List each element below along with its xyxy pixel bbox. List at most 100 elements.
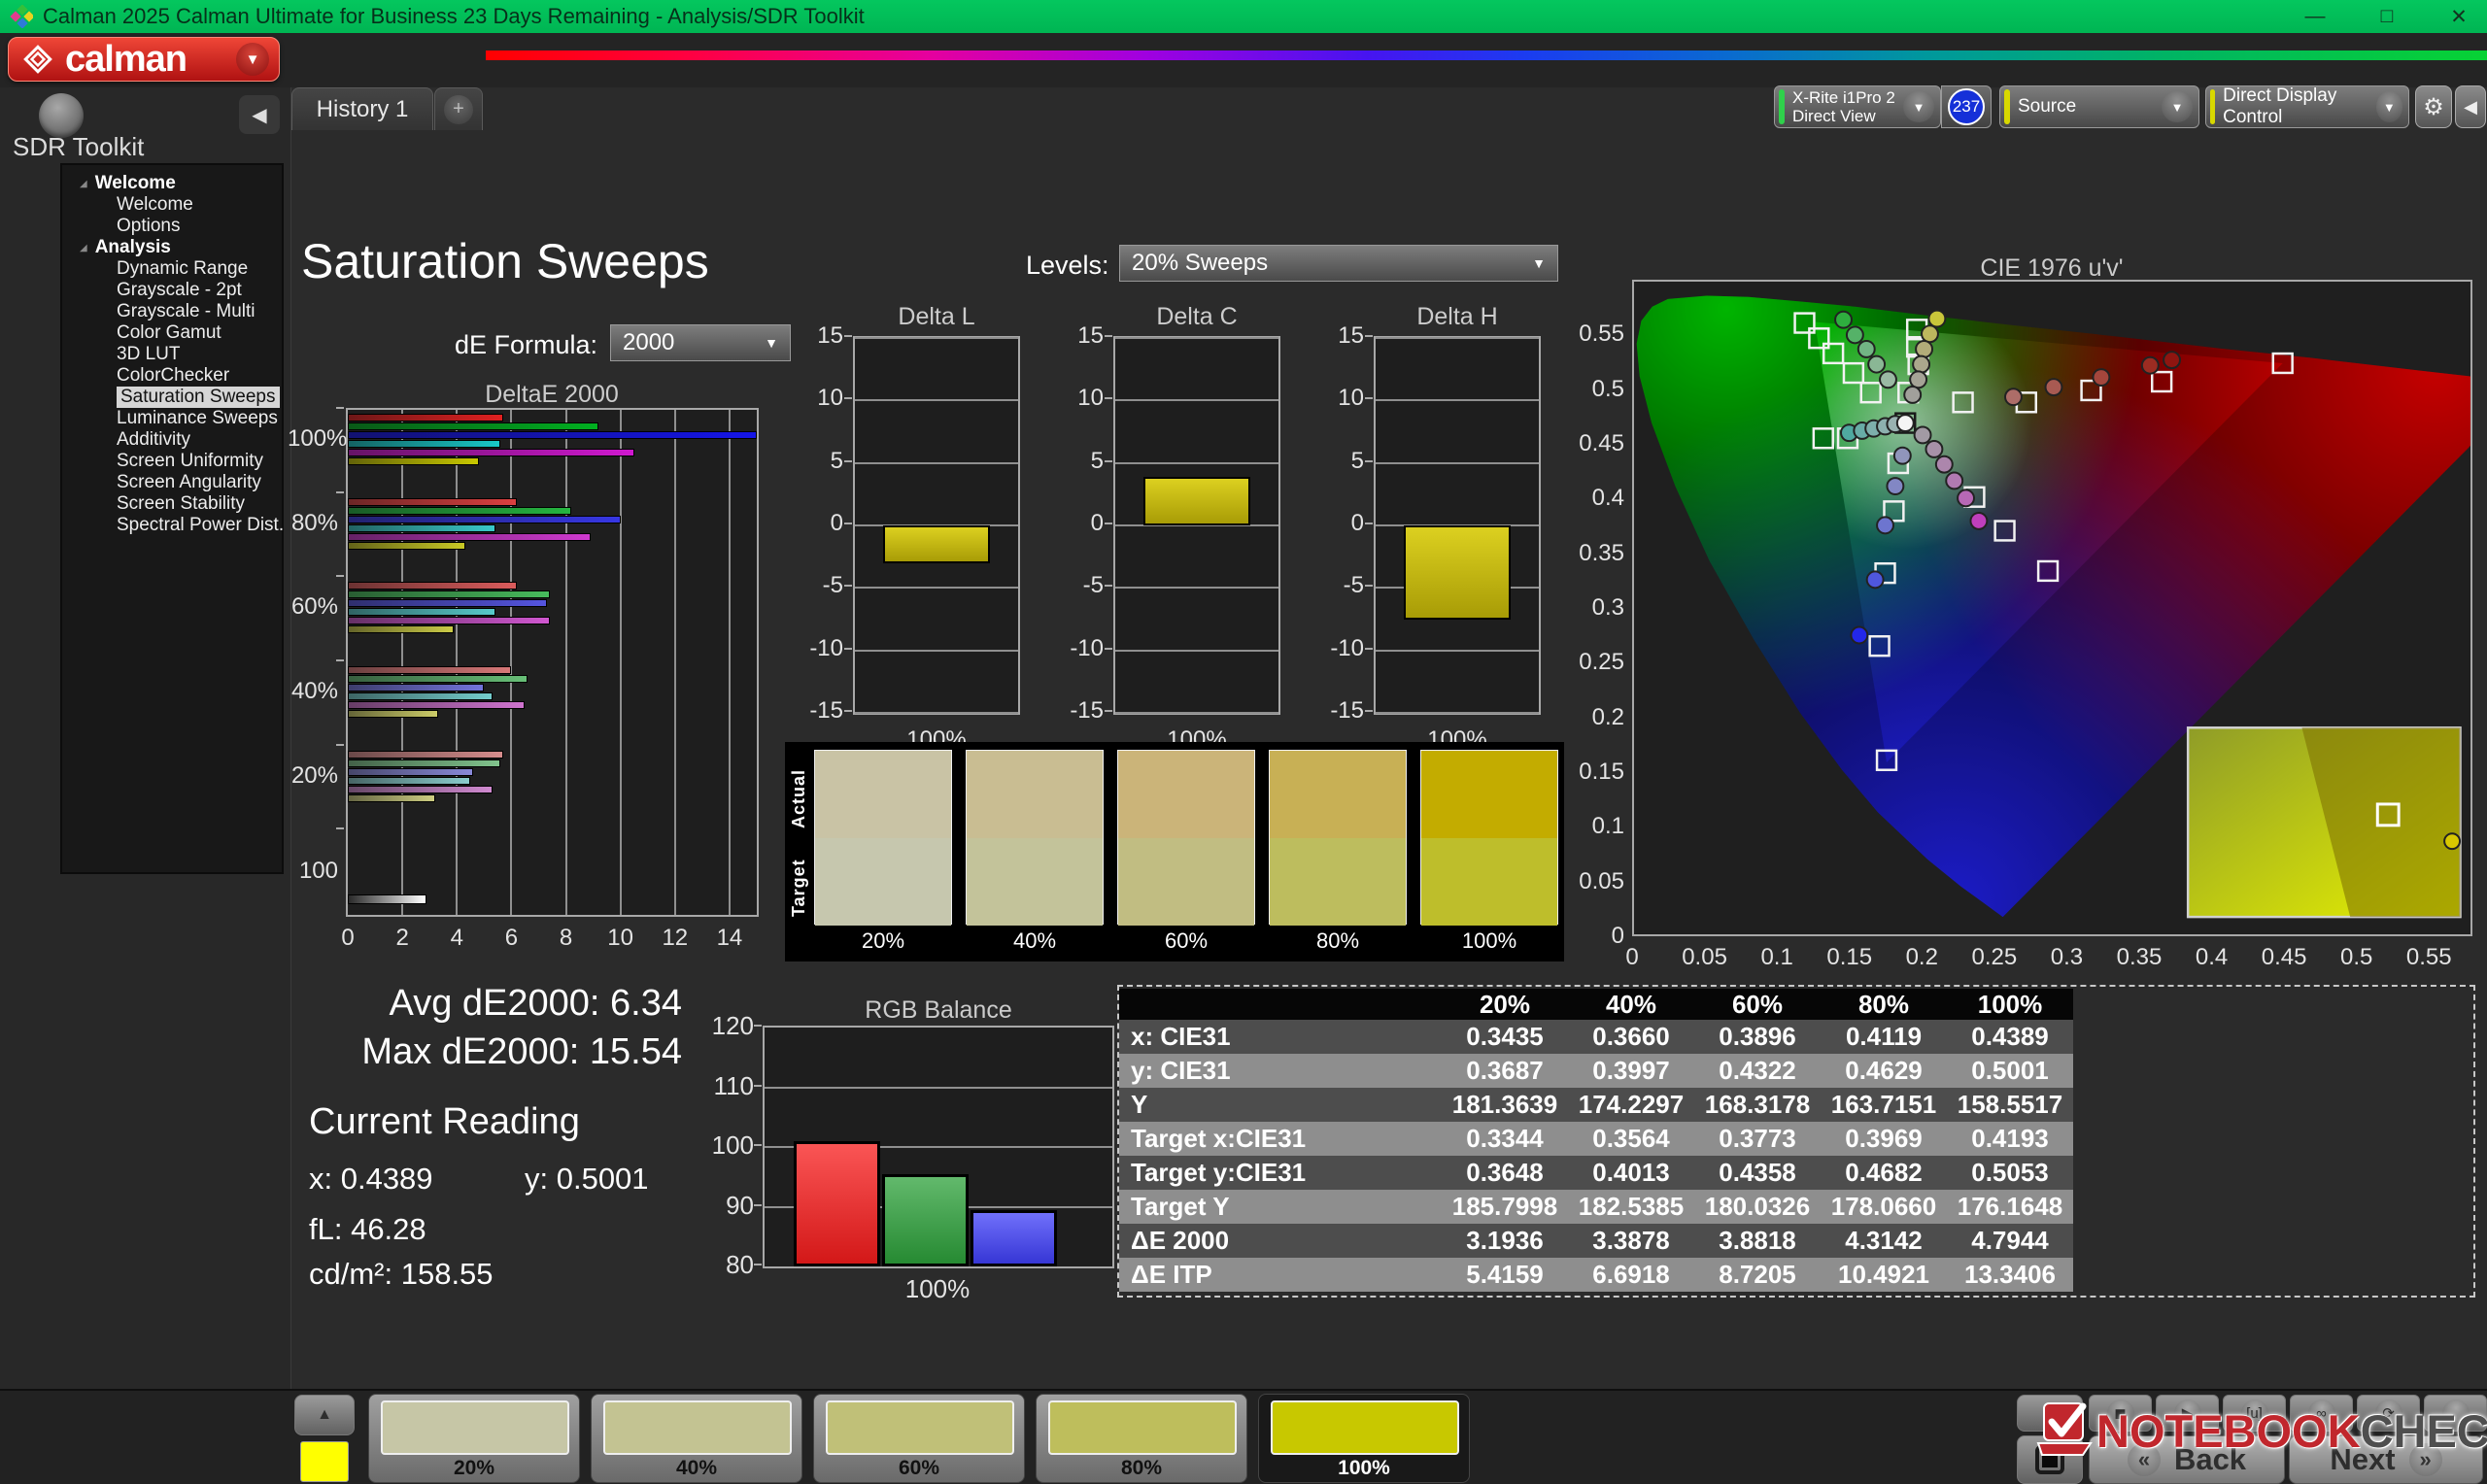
bar-blue [348, 431, 757, 439]
sidebar-item-3d-lut[interactable]: 3D LUT [62, 344, 282, 365]
collapse-panel-button[interactable]: ◀ [2455, 85, 2486, 128]
expander-icon[interactable]: ◢ [80, 179, 87, 189]
bar-red [348, 414, 503, 422]
bar-magenta [348, 532, 591, 541]
y-tick-label: 10 [1338, 385, 1364, 412]
x-tick-label: 12 [662, 925, 689, 951]
pattern-level-button-60[interactable]: 60% [813, 1394, 1025, 1483]
y-tick [1105, 710, 1112, 712]
table-cell: 0.5053 [1971, 1158, 2049, 1187]
column-header: 20% [1479, 989, 1531, 1019]
sidebar-item-welcome[interactable]: Welcome [62, 194, 282, 216]
gridline [1115, 337, 1278, 339]
y-tick [754, 1264, 762, 1265]
y-tick [1365, 585, 1373, 588]
tree-item-label: 3D LUT [117, 344, 181, 364]
sidebar-item-spectral-power-dist-[interactable]: Spectral Power Dist. [62, 515, 284, 536]
sidebar-item-options[interactable]: Options [62, 216, 282, 237]
tree-group[interactable]: ◢ Welcome [62, 173, 282, 194]
cie-x-tick-label: 0.3 [2050, 944, 2084, 970]
sidebar-item-additivity[interactable]: Additivity [62, 429, 282, 451]
sidebar-item-dynamic-range[interactable]: Dynamic Range [62, 258, 282, 280]
table-cell: 0.3687 [1466, 1056, 1544, 1085]
workflow-tree: ◢ Welcome Welcome Options ◢ Analysis Dynamic R… [60, 163, 284, 874]
meter-dropdown[interactable]: X-Rite i1Pro 2 Direct View ▼ [1774, 85, 1941, 128]
maximize-button[interactable]: □ [2372, 5, 2402, 28]
y-tick-label: -5 [1343, 572, 1364, 599]
y-tick-label: 120 [711, 1011, 754, 1040]
pattern-level-button-40[interactable]: 40% [591, 1394, 802, 1483]
pattern-level-button-80[interactable]: 80% [1036, 1394, 1247, 1483]
cie-y-tick-label: 0.55 [1579, 320, 1624, 348]
swatch-label: 80% [1315, 928, 1360, 953]
measured-point [1969, 511, 1989, 530]
measured-point [1845, 325, 1864, 345]
sidebar-item-screen-stability[interactable]: Screen Stability [62, 493, 282, 515]
tree-group[interactable]: ◢ Analysis [62, 237, 282, 258]
target-swatch [967, 838, 1103, 926]
bar-magenta [348, 449, 634, 456]
measured-point [1876, 516, 1894, 535]
sidebar-item-grayscale-multi[interactable]: Grayscale - Multi [62, 301, 282, 322]
delta-bar [1143, 476, 1250, 525]
y-tick [1365, 647, 1373, 650]
source-dropdown[interactable]: Source ▼ [1999, 85, 2199, 128]
bar-blue [348, 599, 547, 608]
expander-icon[interactable]: ◢ [80, 243, 87, 253]
sidebar-item-screen-angularity[interactable]: Screen Angularity [62, 472, 282, 493]
sidebar-collapse-button[interactable]: ◀ [239, 95, 280, 134]
levels-dropdown[interactable]: 20% Sweeps ▼ [1119, 245, 1558, 282]
x-tick-label: 8 [559, 925, 573, 951]
cie-y-tick-label: 0.5 [1591, 375, 1624, 402]
sidebar-item-luminance-sweeps[interactable]: Luminance Sweeps [62, 408, 282, 429]
sidebar-item-colorchecker[interactable]: ColorChecker [62, 365, 282, 387]
saturation-swatch-strip: Actual Target 20% 40% 60% 80% 100% [785, 742, 1564, 961]
sidebar-item-grayscale-2pt[interactable]: Grayscale - 2pt [62, 280, 282, 301]
de-formula-dropdown[interactable]: 2000 ▼ [610, 324, 791, 361]
sidebar-item-screen-uniformity[interactable]: Screen Uniformity [62, 451, 282, 472]
y-tick [754, 1025, 762, 1027]
table-cell: 0.3344 [1466, 1124, 1544, 1153]
tab-history-1[interactable]: History 1 [291, 87, 433, 130]
table-cell: 3.1936 [1466, 1226, 1544, 1255]
swatch-label: 40% [1012, 928, 1057, 953]
reading-cdm2: cd/m²: 158.55 [309, 1257, 494, 1291]
current-pattern-swatch[interactable] [300, 1441, 349, 1482]
sidebar: ◀ SDR Toolkit ◢ Welcome Welcome Options ◢ Ana… [0, 87, 291, 1389]
measured-point [1857, 339, 1876, 358]
rainbow-divider [486, 51, 2487, 60]
sidebar-item-saturation-sweeps[interactable]: Saturation Sweeps [62, 387, 282, 408]
delta-bar [1404, 525, 1511, 620]
meter-count-badge[interactable]: 237 [1948, 88, 1985, 125]
calman-menu-button[interactable]: calman ▼ [8, 37, 280, 82]
tree-item-label: Screen Stability [117, 493, 246, 514]
sidebar-item-color-gamut[interactable]: Color Gamut [62, 322, 282, 344]
pattern-level-button-20[interactable]: 20% [368, 1394, 580, 1483]
measured-point [1945, 471, 1964, 490]
settings-button[interactable]: ⚙ [2415, 85, 2452, 128]
table-cell: 0.4629 [1845, 1056, 1923, 1085]
y-tick-label: -10 [1330, 634, 1364, 661]
reading-x: x: 0.4389 [309, 1162, 433, 1196]
y-tick [336, 490, 344, 493]
pattern-expand-button[interactable]: ▲ [294, 1395, 355, 1435]
gear-icon: ⚙ [2423, 93, 2444, 120]
close-button[interactable]: ✕ [2444, 5, 2473, 29]
y-tick-label: 5 [830, 447, 843, 474]
tree-item-label: Grayscale - Multi [117, 301, 256, 321]
tree-item-label: Additivity [117, 429, 191, 450]
y-tick [1105, 335, 1112, 337]
bar-white [348, 894, 427, 905]
y-tick [844, 459, 852, 462]
measured-point [1927, 309, 1947, 328]
reading-y: y: 0.5001 [525, 1162, 649, 1196]
display-control-dropdown[interactable]: Direct Display Control ▼ [2205, 85, 2409, 128]
bar-green [348, 675, 528, 683]
measured-point [1886, 477, 1905, 496]
delta-bar [883, 525, 990, 563]
minimize-button[interactable]: — [2300, 5, 2330, 28]
sidebar-title: SDR Toolkit [13, 132, 145, 161]
pattern-level-button-100[interactable]: 100% [1258, 1394, 1470, 1483]
y-tick [336, 827, 344, 830]
add-tab-button[interactable]: + [434, 87, 483, 130]
